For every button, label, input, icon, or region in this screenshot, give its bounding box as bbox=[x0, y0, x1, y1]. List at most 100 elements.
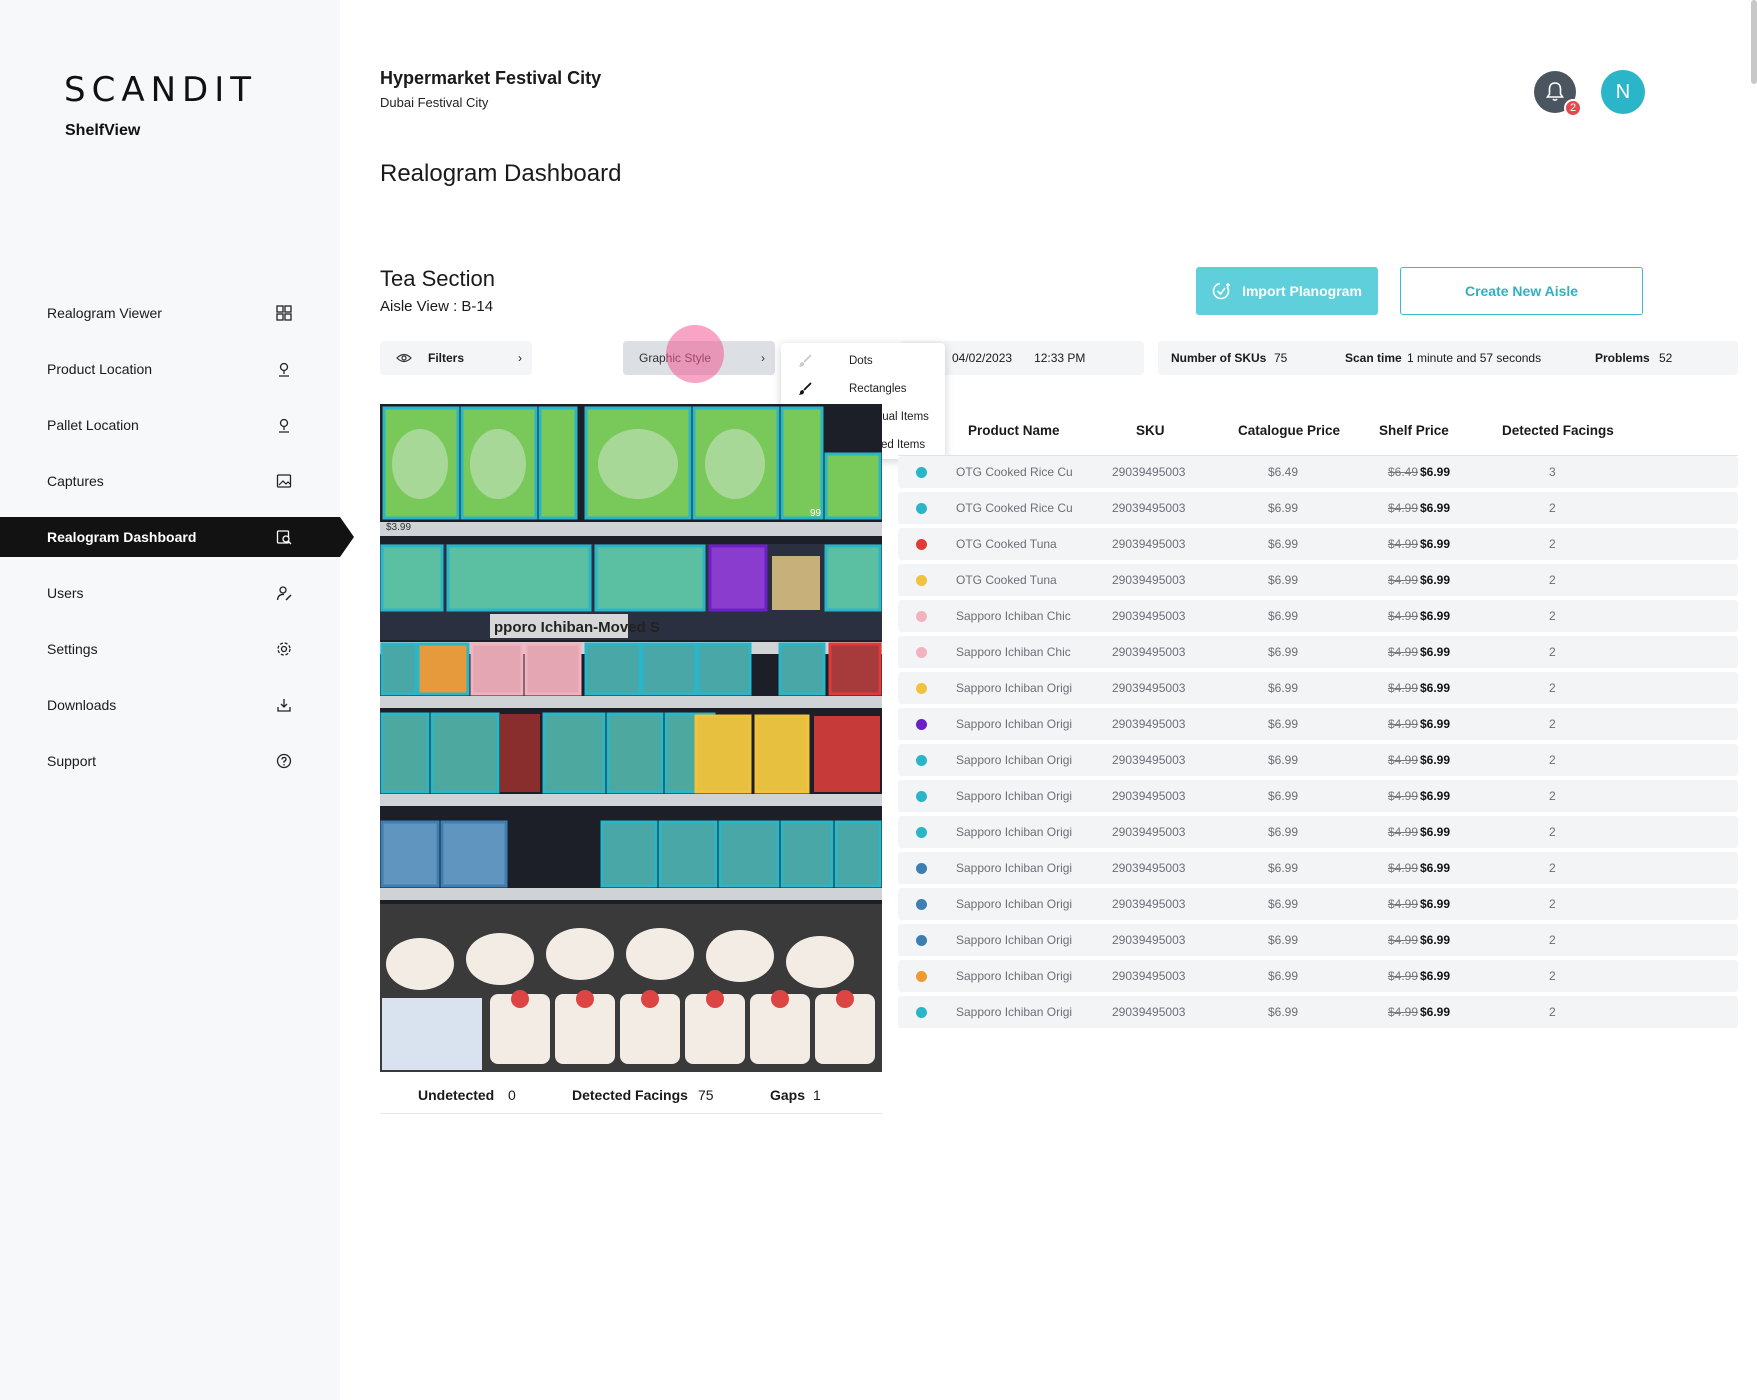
old-shelf-price: $6.49 bbox=[1388, 465, 1419, 479]
sidebar-item-users[interactable]: Users bbox=[0, 565, 354, 621]
old-shelf-price: $4.99 bbox=[1388, 537, 1419, 551]
filters-label: Filters bbox=[428, 351, 465, 365]
product-name: Sapporo Ichiban Origi bbox=[956, 789, 1073, 803]
detected-facings: 2 bbox=[1549, 681, 1556, 695]
sidebar-item-label: Users bbox=[47, 585, 84, 601]
shelf-price: $6.99 bbox=[1420, 1005, 1451, 1019]
sidebar-item-support[interactable]: Support bbox=[0, 733, 354, 789]
detected-facings: 2 bbox=[1549, 897, 1556, 911]
detected-facings: 3 bbox=[1549, 465, 1556, 479]
column-header-catalogue-price[interactable]: Catalogue Price bbox=[1238, 423, 1340, 438]
catalogue-price: $6.99 bbox=[1268, 789, 1299, 803]
table-row[interactable]: Sapporo Ichiban Chic 29039495003 $6.99 $4.9… bbox=[898, 636, 1738, 668]
detected-facings: 2 bbox=[1549, 537, 1556, 551]
table-row[interactable]: Sapporo Ichiban Origi 29039495003 $6.99 $4.… bbox=[898, 744, 1738, 776]
scrollbar[interactable] bbox=[1751, 0, 1757, 84]
problems-label: Problems bbox=[1595, 351, 1650, 365]
sidebar-item-realogram-dashboard[interactable]: Realogram Dashboard bbox=[0, 517, 354, 557]
product-name: Sapporo Ichiban Origi bbox=[956, 897, 1073, 911]
graphic-style-option-dots[interactable]: Dots bbox=[781, 347, 945, 375]
sidebar-item-realogram-viewer[interactable]: Realogram Viewer bbox=[0, 285, 354, 341]
old-shelf-price: $4.99 bbox=[1388, 753, 1419, 767]
scan-time-value: 1 minute and 57 seconds bbox=[1407, 351, 1542, 365]
old-shelf-price: $4.99 bbox=[1388, 609, 1419, 623]
old-shelf-price: $4.99 bbox=[1388, 681, 1419, 695]
create-new-aisle-button[interactable]: Create New Aisle bbox=[1400, 267, 1643, 315]
table-row[interactable]: Sapporo Ichiban Origi 29039495003 $6.99 $4.… bbox=[898, 996, 1738, 1028]
catalogue-price: $6.99 bbox=[1268, 609, 1299, 623]
table-header: Product Name SKU Catalogue Price Shelf Pric… bbox=[898, 406, 1738, 456]
column-header-shelf-price[interactable]: Shelf Price bbox=[1379, 423, 1449, 438]
table-row[interactable]: OTG Cooked Tuna 29039495003 $6.99 $4.99 $6.9… bbox=[898, 528, 1738, 560]
table-row[interactable]: Sapporo Ichiban Chic 29039495003 $6.99 $4.9… bbox=[898, 600, 1738, 632]
column-header-sku[interactable]: SKU bbox=[1136, 423, 1165, 438]
table-row[interactable]: Sapporo Ichiban Origi 29039495003 $6.99 $4.… bbox=[898, 924, 1738, 956]
shelf-price: $6.99 bbox=[1420, 465, 1451, 479]
product-name: Sapporo Ichiban Origi bbox=[956, 717, 1073, 731]
detected-facings: 2 bbox=[1549, 825, 1556, 839]
product-name: Sapporo Ichiban Origi bbox=[956, 933, 1073, 947]
table-row[interactable]: OTG Cooked Rice Cu 29039495003 $6.99 $4.99 $… bbox=[898, 492, 1738, 524]
table-row[interactable]: Sapporo Ichiban Origi 29039495003 $6.99 $4.… bbox=[898, 708, 1738, 740]
detected-facings: 2 bbox=[1549, 753, 1556, 767]
chevron-right-icon: › bbox=[761, 351, 765, 365]
status-dot bbox=[916, 575, 927, 586]
grid-icon bbox=[276, 305, 292, 321]
table-row[interactable]: Sapporo Ichiban Origi 29039495003 $6.99 $4.… bbox=[898, 780, 1738, 812]
undetected-label: Undetected bbox=[418, 1087, 495, 1103]
sidebar-item-label: Pallet Location bbox=[47, 417, 139, 433]
sku: 29039495003 bbox=[1112, 501, 1186, 515]
status-dot bbox=[916, 971, 927, 982]
sidebar-item-pallet-location[interactable]: Pallet Location bbox=[0, 397, 354, 453]
shelf-price: $6.99 bbox=[1420, 825, 1451, 839]
chevron-right-icon: › bbox=[518, 351, 522, 365]
shelf-image[interactable]: pporo Ichiban-Moved S $3.99 99 bbox=[380, 404, 882, 1072]
sidebar-item-settings[interactable]: Settings bbox=[0, 621, 354, 677]
moved-sku-label: pporo Ichiban-Moved S bbox=[494, 619, 660, 636]
search-doc-icon bbox=[276, 530, 292, 545]
column-header-product-name[interactable]: Product Name bbox=[968, 423, 1060, 438]
store-name: Hypermarket Festival City bbox=[380, 68, 602, 88]
table-row[interactable]: Sapporo Ichiban Origi 29039495003 $6.99 $4.… bbox=[898, 888, 1738, 920]
user-avatar[interactable]: N bbox=[1601, 70, 1645, 114]
sidebar-item-downloads[interactable]: Downloads bbox=[0, 677, 354, 733]
section-title: Tea Section bbox=[380, 266, 495, 291]
table-row[interactable]: Sapporo Ichiban Origi 29039495003 $6.99 $4.… bbox=[898, 852, 1738, 884]
sidebar-item-product-location[interactable]: Product Location bbox=[0, 341, 354, 397]
bell-icon bbox=[1546, 82, 1564, 102]
page-title: Realogram Dashboard bbox=[380, 160, 622, 187]
status-dot bbox=[916, 683, 927, 694]
shelf-price: $6.99 bbox=[1420, 645, 1451, 659]
status-dot bbox=[916, 899, 927, 910]
old-shelf-price: $4.99 bbox=[1388, 969, 1419, 983]
sidebar-item-captures[interactable]: Captures bbox=[0, 453, 354, 509]
column-header-detected-facings[interactable]: Detected Facings bbox=[1502, 423, 1614, 438]
filters-button[interactable]: Filters › bbox=[380, 341, 532, 375]
shelf-price: $6.99 bbox=[1420, 933, 1451, 947]
table-body: OTG Cooked Rice Cu 29039495003 $6.49 $6.49 $… bbox=[898, 456, 1738, 1028]
table-row[interactable]: OTG Cooked Rice Cu 29039495003 $6.49 $6.49 $… bbox=[898, 456, 1738, 488]
product-name: OTG Cooked Tuna bbox=[956, 573, 1057, 587]
shelf-photo: pporo Ichiban-Moved S $3.99 99 bbox=[380, 404, 882, 1072]
detected-facings-label: Detected Facings bbox=[572, 1087, 688, 1103]
table-row[interactable]: Sapporo Ichiban Origi 29039495003 $6.99 $4.… bbox=[898, 960, 1738, 992]
product-name: OTG Cooked Rice Cu bbox=[956, 501, 1073, 515]
import-planogram-button[interactable]: Import Planogram bbox=[1196, 267, 1378, 315]
catalogue-price: $6.99 bbox=[1268, 753, 1299, 767]
status-dot bbox=[916, 827, 927, 838]
table-row[interactable]: Sapporo Ichiban Origi 29039495003 $6.99 $4.… bbox=[898, 672, 1738, 704]
table-row[interactable]: Sapporo Ichiban Origi 29039495003 $6.99 $4.… bbox=[898, 816, 1738, 848]
table-row[interactable]: OTG Cooked Tuna 29039495003 $6.99 $4.99 $6.9… bbox=[898, 564, 1738, 596]
catalogue-price: $6.99 bbox=[1268, 717, 1299, 731]
graphic-style-option-rectangles[interactable]: Rectangles bbox=[781, 375, 945, 403]
scan-date: 04/02/2023 bbox=[952, 351, 1013, 365]
catalogue-price: $6.99 bbox=[1268, 897, 1299, 911]
catalogue-price: $6.99 bbox=[1268, 573, 1299, 587]
product-name: OTG Cooked Rice Cu bbox=[956, 465, 1073, 479]
notification-count-badge: 2 bbox=[1564, 99, 1582, 117]
product-name: Sapporo Ichiban Origi bbox=[956, 753, 1073, 767]
eye-icon bbox=[396, 353, 412, 363]
status-dot bbox=[916, 935, 927, 946]
detected-facings: 2 bbox=[1549, 789, 1556, 803]
shelf-summary: Undetected 0 Detected Facings 75 Gaps 1 bbox=[380, 1074, 882, 1114]
